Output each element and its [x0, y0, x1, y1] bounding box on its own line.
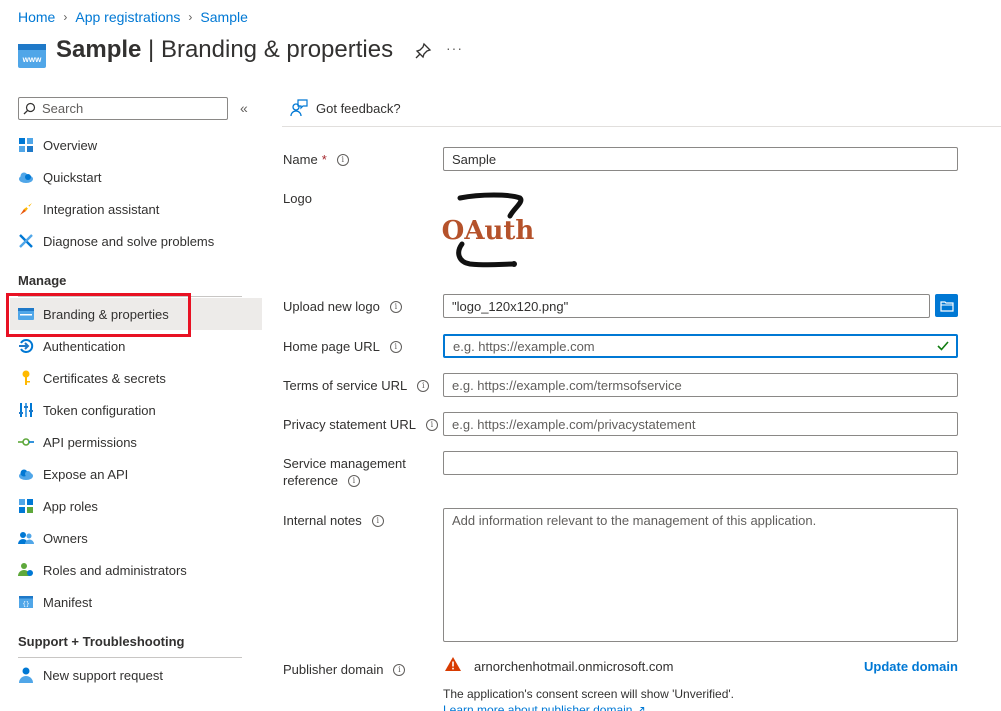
- search-icon: [23, 102, 36, 115]
- svg-text:www: www: [22, 55, 42, 64]
- sidebar-search-input[interactable]: Search: [18, 97, 228, 120]
- name-input[interactable]: Sample: [443, 147, 958, 171]
- name-label: Name * i: [283, 152, 349, 167]
- roles-person-icon: [18, 562, 34, 578]
- collapse-sidebar-icon[interactable]: «: [240, 100, 248, 116]
- info-icon: i: [389, 340, 402, 353]
- page-title: Sample | Branding & properties: [56, 36, 394, 63]
- folder-icon: [939, 300, 954, 312]
- breadcrumb-home[interactable]: Home: [18, 9, 55, 25]
- privacy-url-input[interactable]: e.g. https://example.com/privacystatemen…: [443, 412, 958, 436]
- sidebar-item-expose-api[interactable]: Expose an API: [10, 458, 262, 490]
- sidebar-item-token-configuration[interactable]: Token configuration: [10, 394, 262, 426]
- api-permissions-icon: [18, 434, 34, 450]
- logo-text: OAuth: [442, 216, 535, 246]
- app-www-icon: www: [18, 44, 46, 68]
- key-icon: [18, 370, 34, 386]
- sidebar-item-certificates[interactable]: Certificates & secrets: [10, 362, 262, 394]
- cloud-api-icon: [18, 466, 34, 482]
- info-icon: i: [417, 379, 430, 392]
- support-person-icon: [18, 667, 34, 683]
- manage-heading: Manage: [18, 273, 67, 288]
- toolbar-divider: [282, 126, 1001, 127]
- breadcrumb: Home › App registrations › Sample: [18, 8, 248, 26]
- service-mgmt-label-line1: Service management: [283, 456, 406, 471]
- feedback-person-icon: [290, 99, 308, 117]
- consent-note: The application's consent screen will sh…: [443, 687, 735, 701]
- publisher-domain-value: arnorchenhotmail.onmicrosoft.com: [474, 659, 674, 674]
- update-domain-link[interactable]: Update domain: [864, 659, 958, 674]
- support-divider: [18, 657, 242, 658]
- service-mgmt-input[interactable]: [443, 451, 958, 475]
- sidebar-item-app-roles[interactable]: App roles: [10, 490, 262, 522]
- learn-more-link[interactable]: Learn more about publisher domain ↗: [443, 703, 646, 711]
- sidebar-item-diagnose[interactable]: Diagnose and solve problems: [10, 225, 262, 257]
- publisher-domain-label: Publisher domain i: [283, 662, 406, 677]
- external-link-icon: ↗: [635, 703, 646, 711]
- info-icon: i: [371, 514, 384, 527]
- svg-text:{}: {}: [22, 601, 29, 608]
- app-roles-grid-icon: [18, 498, 34, 514]
- rocket-icon: [18, 201, 34, 217]
- owners-people-icon: [18, 530, 34, 546]
- authentication-icon: [18, 338, 34, 354]
- sidebar-item-api-permissions[interactable]: API permissions: [10, 426, 262, 458]
- logo-label: Logo: [283, 191, 312, 206]
- oauth-logo-image: OAuth: [442, 192, 535, 268]
- required-marker: *: [321, 152, 327, 167]
- tos-label: Terms of service URL i: [283, 378, 430, 393]
- pin-icon[interactable]: [414, 42, 432, 60]
- chevron-right-icon: ›: [63, 10, 68, 24]
- info-icon: i: [347, 474, 360, 487]
- info-icon: i: [425, 418, 438, 431]
- manifest-icon: {}: [18, 594, 34, 610]
- selection-highlight-box: [6, 293, 191, 337]
- support-heading: Support + Troubleshooting: [18, 634, 185, 649]
- sidebar-item-quickstart[interactable]: Quickstart: [10, 161, 262, 193]
- token-bars-icon: [18, 402, 34, 418]
- info-icon: i: [389, 300, 402, 313]
- sidebar-item-owners[interactable]: Owners: [10, 522, 262, 554]
- sidebar-item-manifest[interactable]: {} Manifest: [10, 586, 262, 618]
- homepage-label: Home page URL i: [283, 339, 402, 354]
- chevron-right-icon: ›: [188, 10, 193, 24]
- upload-logo-label: Upload new logo i: [283, 299, 402, 314]
- breadcrumb-sample[interactable]: Sample: [200, 9, 247, 25]
- privacy-label: Privacy statement URL i: [283, 417, 438, 432]
- sidebar-item-new-support-request[interactable]: New support request: [10, 659, 262, 691]
- info-icon: i: [336, 153, 349, 166]
- sidebar-item-integration-assistant[interactable]: Integration assistant: [10, 193, 262, 225]
- warning-icon: [445, 657, 461, 671]
- valid-check-icon: [937, 341, 949, 351]
- overview-grid-icon: [18, 137, 34, 153]
- internal-notes-label: Internal notes i: [283, 513, 384, 528]
- wrench-icon: [18, 233, 34, 249]
- upload-logo-input[interactable]: "logo_120x120.png": [443, 294, 930, 318]
- browse-file-button[interactable]: [935, 294, 958, 317]
- homepage-url-input[interactable]: e.g. https://example.com: [443, 334, 958, 358]
- tos-url-input[interactable]: e.g. https://example.com/termsofservice: [443, 373, 958, 397]
- more-options-icon[interactable]: ···: [446, 40, 463, 56]
- feedback-button[interactable]: Got feedback?: [290, 99, 401, 117]
- breadcrumb-app-registrations[interactable]: App registrations: [75, 9, 180, 25]
- sidebar-item-overview[interactable]: Overview: [10, 129, 262, 161]
- search-placeholder: Search: [42, 101, 84, 116]
- service-mgmt-label-line2: reference i: [283, 473, 360, 488]
- sidebar-item-roles-admins[interactable]: Roles and administrators: [10, 554, 262, 586]
- internal-notes-textarea[interactable]: Add information relevant to the manageme…: [443, 508, 958, 642]
- info-icon: i: [393, 663, 406, 676]
- cloud-icon: [18, 169, 34, 185]
